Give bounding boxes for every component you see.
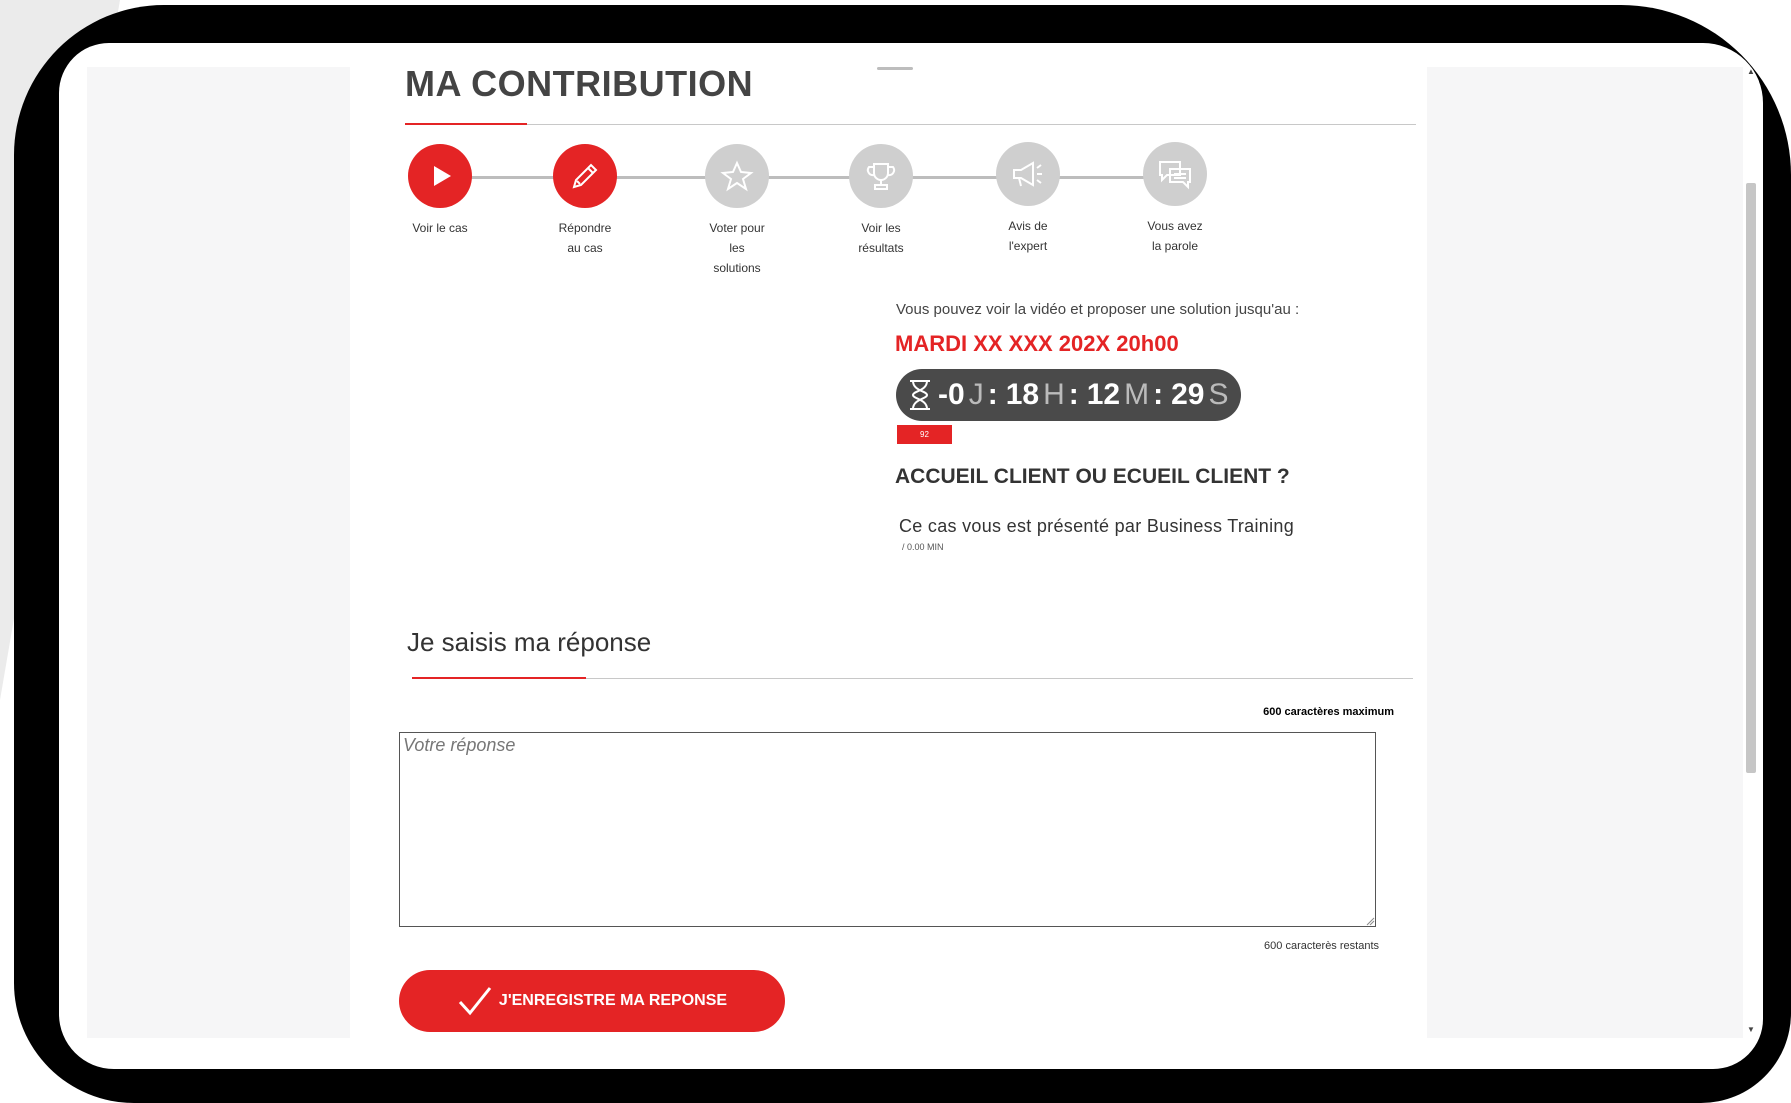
step-circle[interactable] bbox=[849, 144, 913, 208]
step-label-line: Voter pour bbox=[709, 221, 765, 235]
deadline-date: MARDI XX XXX 202X 20h00 bbox=[895, 331, 1179, 356]
countdown-separator: : bbox=[1068, 378, 1079, 411]
save-button-label: J'ENREGISTRE MA REPONSE bbox=[498, 992, 728, 1009]
step-label-line: la parole bbox=[1151, 239, 1199, 253]
step-label-line: solutions bbox=[713, 261, 761, 275]
page-title: MA CONTRIBUTION bbox=[405, 63, 754, 104]
step-label-line: Avis de bbox=[1008, 219, 1048, 233]
countdown-separator: : bbox=[1153, 378, 1164, 411]
countdown-seconds: 29 bbox=[1171, 378, 1205, 411]
case-presenter: Ce cas vous est présenté par Business Tr… bbox=[899, 516, 1294, 536]
screen: ▲ ▼ MA CONTRIBUTION Voir le cas Répondre bbox=[59, 43, 1763, 1069]
chat-icon bbox=[1159, 161, 1191, 190]
pencil-icon bbox=[572, 163, 598, 189]
count-badge: 92 bbox=[897, 425, 952, 444]
step-label: Voir les résultats bbox=[821, 218, 941, 258]
countdown-timer: -0 J : 18 H : 12 M : 29 S bbox=[896, 369, 1241, 421]
max-chars-label: 600 caractères maximum bbox=[1263, 706, 1394, 718]
step-circle[interactable] bbox=[705, 144, 769, 208]
title-divider bbox=[527, 124, 1416, 125]
step-label: Voter pour les solutions bbox=[677, 218, 797, 278]
step-circle[interactable] bbox=[553, 144, 617, 208]
play-icon bbox=[434, 166, 451, 186]
step-label-line: au cas bbox=[567, 241, 603, 255]
step-circle[interactable] bbox=[996, 142, 1060, 206]
step-voir-le-cas[interactable]: Voir le cas bbox=[380, 144, 500, 238]
left-margin bbox=[87, 67, 350, 1038]
step-label-line: résultats bbox=[858, 241, 904, 255]
countdown-minutes-unit: M bbox=[1124, 378, 1150, 411]
countdown-days-unit: J bbox=[968, 378, 984, 411]
hourglass-icon bbox=[910, 380, 930, 410]
deadline-intro: Vous pouvez voir la vidéo et proposer un… bbox=[896, 301, 1300, 318]
countdown-hours-unit: H bbox=[1043, 378, 1065, 411]
right-margin bbox=[1427, 67, 1743, 1038]
step-label-line: Vous avez bbox=[1147, 219, 1203, 233]
scrollbar-thumb[interactable] bbox=[1746, 183, 1756, 773]
checkmark-icon bbox=[458, 987, 492, 1016]
remaining-chars-label: 600 caracterès restants bbox=[1264, 940, 1379, 952]
save-response-button[interactable]: J'ENREGISTRE MA REPONSE bbox=[399, 970, 785, 1032]
title-accent-underline bbox=[405, 123, 527, 125]
step-avis-expert[interactable]: Avis de l'expert bbox=[968, 142, 1088, 256]
step-label-line: l'expert bbox=[1008, 239, 1048, 253]
step-vous-avez-la-parole[interactable]: Vous avez la parole bbox=[1115, 142, 1235, 256]
step-circle[interactable] bbox=[1143, 142, 1207, 206]
countdown-seconds-unit: S bbox=[1208, 378, 1229, 411]
step-voter[interactable]: Voter pour les solutions bbox=[677, 144, 797, 278]
step-label-line: les bbox=[729, 241, 745, 255]
step-circle[interactable] bbox=[408, 144, 472, 208]
megaphone-icon bbox=[1013, 161, 1042, 187]
step-resultats[interactable]: Voir les résultats bbox=[821, 144, 941, 258]
trophy-icon bbox=[866, 163, 896, 190]
countdown-days: -0 bbox=[938, 378, 965, 411]
step-label-line: Répondre bbox=[558, 221, 612, 235]
resize-grip-icon[interactable] bbox=[1365, 916, 1375, 926]
case-title: ACCUEIL CLIENT OU ECUEIL CLIENT ? bbox=[895, 465, 1290, 488]
response-divider bbox=[586, 678, 1413, 679]
countdown-hours: 18 bbox=[1005, 378, 1040, 411]
response-accent-underline bbox=[412, 677, 586, 679]
scroll-up-icon[interactable]: ▲ bbox=[1746, 67, 1756, 76]
step-label: Avis de l'expert bbox=[968, 216, 1088, 256]
step-repondre[interactable]: Répondre au cas bbox=[525, 144, 645, 258]
step-label-line: Voir les bbox=[861, 221, 901, 235]
countdown-separator: : bbox=[987, 378, 998, 411]
handle-mark bbox=[877, 67, 913, 70]
response-textarea[interactable] bbox=[399, 732, 1376, 927]
scroll-down-icon[interactable]: ▼ bbox=[1746, 1025, 1756, 1034]
step-label: Vous avez la parole bbox=[1115, 216, 1235, 256]
case-duration: / 0.00 MIN bbox=[902, 542, 944, 552]
step-label-line: Voir le cas bbox=[412, 221, 468, 235]
response-section-title: Je saisis ma réponse bbox=[407, 627, 652, 657]
countdown-minutes: 12 bbox=[1086, 378, 1121, 411]
step-label: Voir le cas bbox=[380, 218, 500, 238]
step-label: Répondre au cas bbox=[525, 218, 645, 258]
star-icon bbox=[720, 160, 754, 192]
